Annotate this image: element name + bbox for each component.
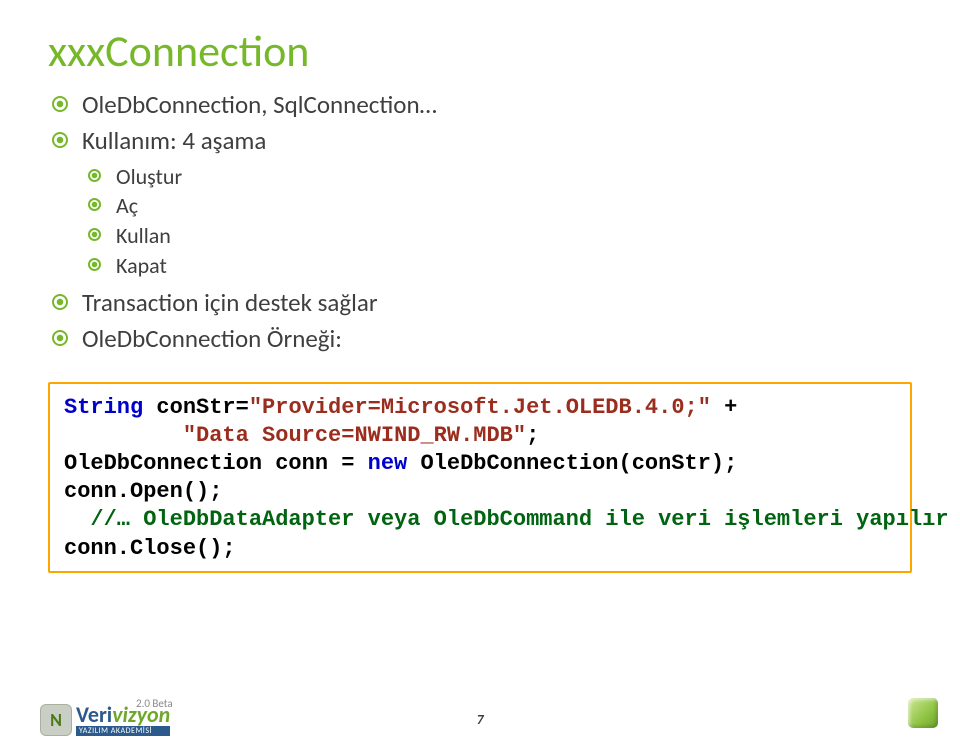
logo-row: N Verivizyon YAZILIM AKADEMİSİ [40,704,173,736]
code-text [64,423,183,448]
code-text: OleDbConnection(conStr); [407,451,737,476]
bullet-text: Kullanım: 4 aşama [82,125,266,156]
bullet-item: Kullanım: 4 aşama Oluştur Aç Kullan Kapa… [50,124,916,281]
slide-footer: 7 2.0 Beta N Verivizyon YAZILIM AKADEMİS… [0,656,960,736]
sub-bullet-text: Aç [116,192,138,219]
logo-name-part-b: vizyon [112,701,170,728]
code-string: "Data Source=NWIND_RW.MDB" [183,423,526,448]
code-text: conn.Close(); [64,536,236,561]
page-number: 7 [476,711,483,728]
bullet-text: OleDbConnection Örneği: [82,323,342,354]
sub-bullet-text: Kapat [116,252,167,279]
sub-bullet-item: Kullan [88,221,916,251]
sub-bullet-item: Oluştur [88,162,916,192]
bullet-item: OleDbConnection Örneği: [50,322,916,356]
code-text: conStr= [143,395,249,420]
code-text: conn.Open(); [64,479,222,504]
code-keyword: String [64,395,143,420]
slide-title: xxxConnection [48,24,916,78]
brand-logo: 2.0 Beta N Verivizyon YAZILIM AKADEMİSİ [40,697,173,736]
logo-name-part-a: Veri [76,701,112,728]
code-string: "Provider=Microsoft.Jet.OLEDB.4.0;" [249,395,711,420]
logo-badge-icon: N [40,704,72,736]
code-example: String conStr="Provider=Microsoft.Jet.OL… [48,382,912,573]
sub-bullet-item: Kapat [88,251,916,281]
code-text: + [711,395,737,420]
bullet-item: OleDbConnection, SqlConnection… [50,88,916,122]
sub-bullet-list: Oluştur Aç Kullan Kapat [88,162,916,281]
logo-name: Verivizyon [76,704,170,726]
slide: xxxConnection OleDbConnection, SqlConnec… [0,0,960,754]
corner-decoration-icon [908,698,938,728]
sub-bullet-item: Aç [88,191,916,221]
code-text: ; [526,423,539,448]
bullet-text: OleDbConnection, SqlConnection… [82,89,437,120]
bullet-text: Transaction için destek sağlar [82,287,378,318]
logo-subtitle: YAZILIM AKADEMİSİ [76,726,170,736]
code-text: OleDbConnection conn = [64,451,368,476]
bullet-list: OleDbConnection, SqlConnection… Kullanım… [50,88,916,356]
sub-bullet-text: Kullan [116,222,171,249]
bullet-item: Transaction için destek sağlar [50,286,916,320]
sub-bullet-text: Oluştur [116,163,182,190]
logo-badge-letter: N [50,709,62,731]
code-comment: //… OleDbDataAdapter veya OleDbCommand i… [64,507,949,532]
logo-text-block: Verivizyon YAZILIM AKADEMİSİ [76,704,170,736]
code-keyword: new [368,451,408,476]
